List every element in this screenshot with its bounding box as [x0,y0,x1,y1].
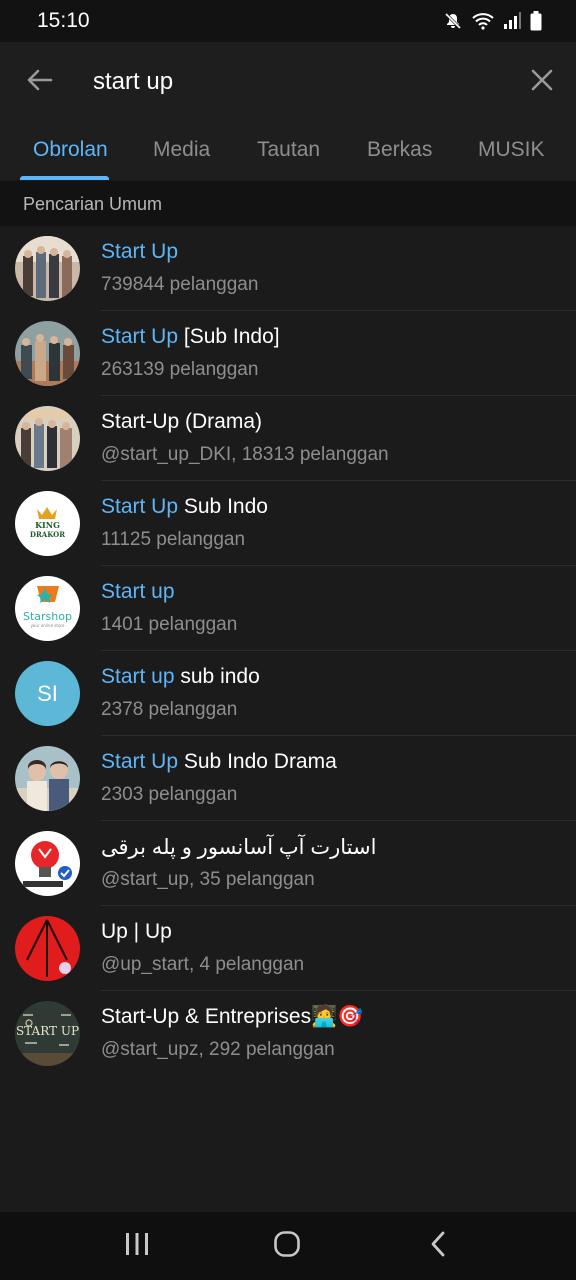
result-title: Start Up Sub Indo Drama [101,750,337,773]
recent-apps-icon [125,1232,149,1260]
list-item[interactable]: KING DRAKOR Start Up Sub Indo 11125 pelan… [0,481,576,566]
result-subtitle: @start_up_DKI, 18313 pelanggan [101,444,389,465]
back-icon [430,1231,446,1262]
status-time: 15:10 [37,9,90,32]
king-drakor-logo: KING DRAKOR [15,491,80,556]
result-subtitle: 2303 pelanggan [101,784,238,805]
result-title: استارت آپ آسانسور و پله برقی [101,836,377,859]
avatar [15,236,80,301]
list-item[interactable]: SI Start up sub indo 2378 pelanggan [0,651,576,736]
signal-icon [503,12,521,30]
result-title: Start Up Sub Indo [101,495,268,518]
list-item[interactable]: استارت آپ آسانسور و پله برقی @start_up, … [0,821,576,906]
avatar [15,321,80,386]
arrow-left-icon [27,69,53,96]
svg-text:your online store: your online store [31,623,65,628]
result-subtitle: 2378 pelanggan [101,699,238,720]
lightbulb-logo [15,831,80,896]
list-item[interactable]: Start Up [Sub Indo] 263139 pelanggan [0,311,576,396]
svg-text:DRAKOR: DRAKOR [30,530,65,539]
list-item[interactable]: Up | Up @up_start, 4 pelanggan [0,906,576,991]
result-title: Start up [101,580,175,603]
list-item[interactable]: Start Up Sub Indo Drama 2303 pelanggan [0,736,576,821]
recent-apps-button[interactable] [117,1226,157,1266]
search-bar [0,42,576,122]
result-subtitle: @start_up, 35 pelanggan [101,869,315,890]
result-title: Start Up [101,240,179,263]
avatar-initials: SI [15,661,80,726]
result-subtitle: 263139 pelanggan [101,359,259,380]
avatar [15,406,80,471]
result-subtitle: 11125 pelanggan [101,529,246,550]
close-icon [531,69,553,96]
list-item[interactable]: Start-Up (Drama) @start_up_DKI, 18313 pe… [0,396,576,481]
back-button[interactable] [20,62,60,102]
section-title: Pencarian Umum [23,194,163,214]
tab-musik[interactable]: MUSIK [478,138,545,162]
tabs: Obrolan Media Tautan Berkas MUSIK [0,122,576,180]
svg-text:START UP: START UP [16,1024,79,1038]
starshop-logo: Starshop your online store [15,576,80,641]
status-icons [443,10,542,32]
result-subtitle: @up_start, 4 pelanggan [101,954,305,975]
tab-indicator [20,176,109,180]
result-subtitle: @start_upz, 292 pelanggan [101,1039,335,1060]
list-item[interactable]: START UP Start-Up & Entreprises🧑‍💻🎯 @sta… [0,991,576,1076]
result-title: Start Up [Sub Indo] [101,325,280,348]
list-item[interactable]: Start Up 739844 pelanggan [0,226,576,311]
results-list: Start Up 739844 pelanggan Start Up [Sub … [0,226,576,1076]
search-input[interactable] [93,62,493,102]
tab-tautan[interactable]: Tautan [257,138,320,162]
home-button[interactable] [267,1226,307,1266]
battery-icon [530,11,542,31]
home-icon [274,1230,300,1262]
result-title: Start up sub indo [101,665,260,688]
nav-bar [0,1212,576,1280]
clear-search-button[interactable] [522,62,562,102]
list-item[interactable]: Starshop your online store Start up 1401 … [0,566,576,651]
tab-berkas[interactable]: Berkas [367,138,432,162]
result-title: Start-Up & Entreprises🧑‍💻🎯 [101,1005,364,1028]
tab-obrolan[interactable]: Obrolan [33,138,108,162]
section-header: Pencarian Umum [0,181,576,226]
svg-text:KING: KING [35,520,60,530]
nav-back-button[interactable] [418,1226,458,1266]
status-bar: 15:10 [0,0,576,42]
result-subtitle: 1401 pelanggan [101,614,238,635]
wifi-icon [472,11,494,31]
result-title: Start-Up (Drama) [101,410,263,433]
result-subtitle: 739844 pelanggan [101,274,259,295]
result-title: Up | Up [101,920,172,943]
chalkboard-logo: START UP [15,1001,80,1066]
mute-icon [443,11,463,31]
red-logo [15,916,80,981]
tab-media[interactable]: Media [153,138,210,162]
svg-text:Starshop: Starshop [23,610,72,623]
avatar [15,746,80,811]
